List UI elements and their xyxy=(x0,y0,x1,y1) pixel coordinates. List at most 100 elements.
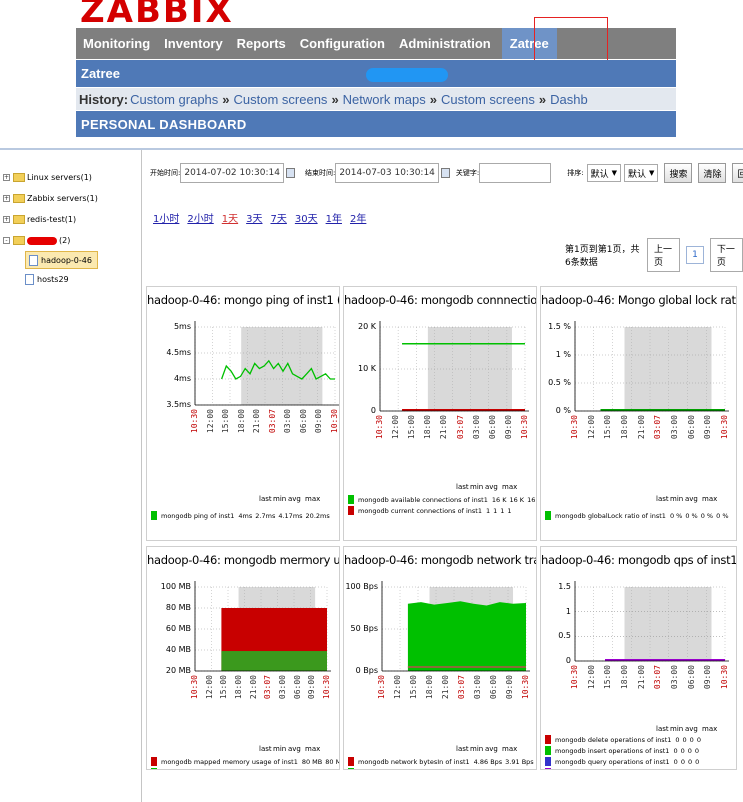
graph-panel-qps[interactable]: hadoop-0-46: mongodb qps of inst1 (1d) 1.… xyxy=(540,546,737,770)
legend-name: mongodb ping of inst1 xyxy=(161,511,235,520)
history-link-custom-graphs[interactable]: Custom graphs xyxy=(130,92,218,107)
legend-name: mongodb insert operations of inst1 xyxy=(555,746,670,755)
legend-header: avg xyxy=(485,745,498,753)
legend-header: avg xyxy=(288,495,301,503)
tree-node-zabbix-servers[interactable]: + Zabbix servers(1) xyxy=(3,188,98,209)
legend-swatch xyxy=(348,768,354,769)
tree-node-redis-test[interactable]: + redis-test(1) xyxy=(3,209,98,230)
sidebar-divider xyxy=(141,150,142,802)
legend-swatch xyxy=(151,757,157,766)
legend-row: mongodb network bytesOut of inst1 80.79 B… xyxy=(348,768,536,770)
clear-button[interactable]: 清除 xyxy=(698,163,727,183)
y-tick-label: 20 MB xyxy=(165,666,191,675)
plot-area xyxy=(381,581,530,672)
expand-icon[interactable]: + xyxy=(3,216,10,223)
period-7d[interactable]: 7天 xyxy=(271,210,287,225)
x-tick-label: 21:00 xyxy=(441,675,450,700)
graph-panel-mongo-ping[interactable]: hadoop-0-46: mongo ping of inst1 (1d) 5ms… xyxy=(146,286,340,541)
graph-panel-memory-usage[interactable]: hadoop-0-46: mongodb mermory usage of in… xyxy=(146,546,340,770)
folder-icon xyxy=(13,236,25,245)
collapse-icon[interactable]: - xyxy=(3,237,10,244)
end-time-input[interactable]: 2014-07-03 10:30:14 xyxy=(335,163,439,183)
period-1y[interactable]: 1年 xyxy=(326,210,342,225)
legend-row: mongodb current connections of inst1 1 1 1 1 xyxy=(348,506,515,515)
legend-value: 1 xyxy=(493,506,498,515)
legend-value: 0 xyxy=(682,735,687,744)
legend-header: max xyxy=(502,483,518,491)
legend-value: 0 xyxy=(680,746,685,755)
start-time-input[interactable]: 2014-07-02 10:30:14 xyxy=(180,163,284,183)
personal-dashboard-header: PERSONAL DASHBOARD xyxy=(76,111,676,137)
history-link-custom-screens-2[interactable]: Custom screens xyxy=(441,92,535,107)
y-tick-label: 0 Bps xyxy=(355,666,378,675)
sort-select-1[interactable]: 默认 ▼ xyxy=(586,164,622,182)
menu-administration[interactable]: Administration xyxy=(392,28,498,59)
legend-value: 16 K xyxy=(491,495,507,504)
legend-row: mongodb network bytesIn of inst1 4.86 Bps… xyxy=(348,757,536,766)
y-tick-label: 0 xyxy=(370,406,376,415)
sort-label: 排序: xyxy=(567,169,584,177)
y-tick-label: 80 MB xyxy=(165,603,191,612)
legend-value: 0 % xyxy=(685,511,698,520)
sub-menu-zatree[interactable]: Zatree xyxy=(81,66,120,81)
x-tick-label: 09:00 xyxy=(505,675,514,700)
legend-swatch xyxy=(348,506,354,515)
host-tree: + Linux servers(1) + Zabbix servers(1) +… xyxy=(3,167,98,290)
menu-monitoring[interactable]: Monitoring xyxy=(76,28,157,59)
y-tick-label: 0.5 % xyxy=(548,378,571,387)
period-1d[interactable]: 1天 xyxy=(222,210,238,225)
menu-inventory[interactable]: Inventory xyxy=(157,28,230,59)
period-1h[interactable]: 1小时 xyxy=(153,210,179,225)
tree-node-redacted-group[interactable]: - (2) xyxy=(3,230,98,251)
expand-icon[interactable]: + xyxy=(3,195,10,202)
legend-value: 0 xyxy=(673,757,678,766)
calendar-icon[interactable] xyxy=(285,168,295,178)
expand-icon[interactable]: + xyxy=(3,174,10,181)
legend-value: 0 xyxy=(694,746,699,755)
tree-node-label: (2) xyxy=(59,236,71,245)
period-2h[interactable]: 2小时 xyxy=(187,210,213,225)
graph-title: hadoop-0-46: Mongo global lock ratio of … xyxy=(541,293,736,307)
tree-node-label: Zabbix servers(1) xyxy=(27,194,98,203)
legend-swatch xyxy=(151,768,157,769)
next-page-button[interactable]: 下一页 xyxy=(709,238,743,272)
legend-value: 0 xyxy=(687,757,693,766)
graph-panel-network-traffic[interactable]: hadoop-0-46: mongodb network traffic of … xyxy=(343,546,537,770)
legend-row: mongodb resident memory usage of inst1 39… xyxy=(151,768,339,769)
legend-name: mongodb network bytesOut of inst1 xyxy=(358,769,475,770)
period-2y[interactable]: 2年 xyxy=(350,210,366,225)
search-button[interactable]: 搜索 xyxy=(664,163,693,183)
y-tick-label: 5ms xyxy=(173,322,191,331)
x-tick-label: 06:00 xyxy=(686,415,696,440)
page-title: PERSONAL DASHBOARD xyxy=(81,116,247,132)
menu-reports[interactable]: Reports xyxy=(230,28,293,59)
history-link-custom-screens[interactable]: Custom screens xyxy=(234,92,328,107)
x-tick-label: 09:00 xyxy=(314,409,324,434)
x-tick-label: 10:30 xyxy=(190,675,199,700)
legend-value: 80.79 Bps xyxy=(479,769,512,770)
legend-swatch xyxy=(545,757,551,766)
tree-node-linux-servers[interactable]: + Linux servers(1) xyxy=(3,167,98,188)
graph-panel-global-lock-ratio[interactable]: hadoop-0-46: Mongo global lock ratio of … xyxy=(540,286,737,541)
page-number[interactable]: 1 xyxy=(686,246,704,264)
calendar-icon[interactable] xyxy=(440,168,450,178)
legend-swatch xyxy=(545,768,551,769)
tree-host-hosts29[interactable]: hosts29 xyxy=(25,269,98,290)
graph-panel-mongodb-connections[interactable]: hadoop-0-46: mongodb connnections of ins… xyxy=(343,286,537,541)
legend-value: 0 xyxy=(689,735,694,744)
legend-name: mongodb globalLock ratio of inst1 xyxy=(555,511,666,520)
home-button[interactable]: 回到首页 xyxy=(732,163,743,183)
sort-select-2[interactable]: 默认 ▼ xyxy=(624,164,659,182)
period-30d[interactable]: 30天 xyxy=(295,210,318,225)
y-tick-label: 100 Bps xyxy=(345,582,378,591)
tree-host-hadoop-0-46[interactable]: hadoop-0-46 xyxy=(25,251,98,269)
legend-name: mongodb available connections of inst1 xyxy=(358,495,488,504)
period-3d[interactable]: 3天 xyxy=(246,210,262,225)
keyword-input[interactable] xyxy=(479,163,552,183)
prev-page-button[interactable]: 上一页 xyxy=(646,238,681,272)
menu-configuration[interactable]: Configuration xyxy=(293,28,392,59)
history-link-network-maps[interactable]: Network maps xyxy=(343,92,426,107)
x-tick-label: 12:00 xyxy=(204,675,214,700)
history-link-dashboard[interactable]: Dashb xyxy=(550,92,588,107)
zabbix-logo: ZABBIX xyxy=(80,0,234,22)
